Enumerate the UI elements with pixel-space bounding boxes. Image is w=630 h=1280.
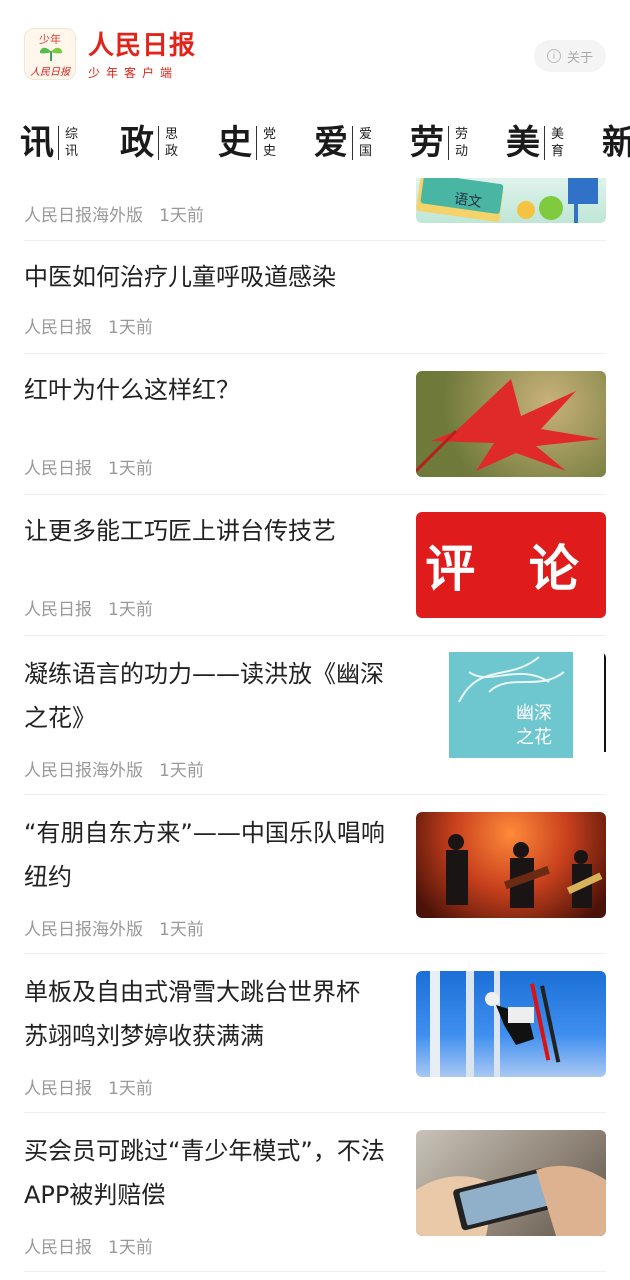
tab-aiguo[interactable]: 爱 爱国 — [314, 118, 372, 168]
tab-big-char: 史 — [218, 123, 252, 163]
article-thumbnail — [416, 971, 606, 1077]
tab-big-char: 美 — [506, 123, 540, 163]
app-header: 少年 人民日报 人民日报 少年客户端 i 关于 — [0, 0, 630, 110]
article-time: 1天前 — [159, 761, 204, 781]
article-title: 买会员可跳过“青少年模式”，不法 APP被判赔偿 — [24, 1137, 385, 1209]
article-meta: 人民日报海外版 1天前 — [24, 915, 204, 940]
article-meta: 人民日报 1天前 — [24, 595, 153, 620]
info-icon: i — [546, 49, 561, 63]
article-title: 凝练语言的功力——读洪放《幽深 之花》 — [24, 660, 384, 732]
tab-divider — [448, 126, 449, 160]
article-thumbnail: 幽深之花 — [416, 652, 606, 760]
ski-jump-image — [430, 971, 561, 1077]
tab-big-char: 新 — [602, 123, 630, 163]
article-time: 1天前 — [108, 1079, 153, 1099]
article-time: 1天前 — [108, 318, 153, 338]
sprout-icon — [39, 47, 63, 61]
article-thumbnail — [416, 1130, 606, 1236]
brand-subtitle: 少年客户端 — [88, 66, 179, 80]
list-item[interactable]: 单板及自由式滑雪大跳台世界杯 苏翊鸣刘梦婷收获满满 人民日报 1天前 — [24, 954, 606, 1113]
brand: 人民日报 少年客户端 — [88, 32, 196, 81]
article-meta: 人民日报海外版 1天前 — [24, 201, 204, 226]
list-item[interactable]: 买会员可跳过“青少年模式”，不法 APP被判赔偿 人民日报 1天前 — [24, 1113, 606, 1272]
tab-big-char: 爱 — [314, 123, 348, 163]
tab-divider — [352, 126, 353, 160]
tab-divider — [58, 126, 59, 160]
tab-meiyu[interactable]: 美 美育 — [506, 118, 564, 168]
article-time: 1天前 — [108, 459, 153, 479]
article-source: 人民日报 — [24, 1238, 92, 1258]
article-source: 人民日报海外版 — [24, 206, 143, 226]
tab-laodong[interactable]: 劳 劳动 — [410, 118, 468, 168]
tab-small-label: 劳动 — [455, 127, 469, 159]
tab-small-label: 综讯 — [65, 127, 79, 159]
app-logo: 少年 人民日报 — [24, 28, 76, 80]
tab-sizheng[interactable]: 政 思政 — [120, 118, 178, 168]
tab-small-label: 党史 — [263, 127, 277, 159]
article-source: 人民日报 — [24, 1079, 92, 1099]
tab-divider — [544, 126, 545, 160]
tab-new[interactable]: 新 — [602, 118, 630, 168]
article-source: 人民日报 — [24, 600, 92, 620]
list-item[interactable]: 凝练语言的功力——读洪放《幽深 之花》 人民日报海外版 1天前 幽深之花 — [24, 636, 606, 795]
tab-small-label: 爱国 — [359, 127, 373, 159]
article-meta: 人民日报 1天前 — [24, 1233, 153, 1258]
article-title: 让更多能工巧匠上讲台传技艺 — [24, 517, 336, 545]
category-tabs: 讯 综讯 政 思政 史 党史 爱 爱国 劳 劳动 美 美育 新 — [0, 112, 630, 174]
article-meta: 人民日报海外版 1天前 — [24, 756, 204, 781]
tab-small-label: 美育 — [551, 127, 565, 159]
news-feed: 语文 人民日报海外版 1天前 中医如何治疗儿童呼吸道感染 人民日报 1天前 红叶为什… — [24, 174, 606, 1272]
article-title: “有朋自东方来”——中国乐队唱响 纽约 — [24, 819, 385, 891]
article-meta: 人民日报 1天前 — [24, 454, 153, 479]
article-source: 人民日报 — [24, 318, 92, 338]
article-thumbnail: 语文 — [416, 178, 606, 223]
tab-big-char: 讯 — [20, 123, 54, 163]
list-item[interactable]: 让更多能工巧匠上讲台传技艺 人民日报 1天前 评 论 — [24, 495, 606, 636]
article-thumbnail — [416, 812, 606, 918]
maple-leaf-image — [416, 379, 601, 473]
article-time: 1天前 — [108, 600, 153, 620]
band-image — [446, 834, 603, 908]
thumb-label: 幽深之花 — [516, 703, 552, 748]
thumb-label: 语文 — [452, 191, 483, 211]
tab-divider — [158, 126, 159, 160]
about-button[interactable]: i 关于 — [534, 40, 606, 72]
tab-dangshi[interactable]: 史 党史 — [218, 118, 276, 168]
logo-signature: 人民日报 — [30, 67, 70, 78]
divider-line — [604, 652, 606, 752]
article-thumbnail: 评 论 — [416, 512, 606, 618]
article-time: 1天前 — [159, 920, 204, 940]
list-item[interactable]: 中医如何治疗儿童呼吸道感染 人民日报 1天前 — [24, 241, 606, 354]
list-item[interactable]: 红叶为什么这样红？ 人民日报 1天前 — [24, 354, 606, 495]
tab-small-label: 思政 — [165, 127, 179, 159]
article-title: 单板及自由式滑雪大跳台世界杯 苏翊鸣刘梦婷收获满满 — [24, 978, 360, 1050]
article-thumbnail — [416, 371, 606, 477]
list-item[interactable]: 语文 人民日报海外版 1天前 — [24, 174, 606, 241]
article-time: 1天前 — [108, 1238, 153, 1258]
list-item[interactable]: “有朋自东方来”——中国乐队唱响 纽约 人民日报海外版 1天前 — [24, 795, 606, 954]
tab-divider — [256, 126, 257, 160]
thumb-label: 评 论 — [425, 540, 597, 598]
article-source: 人民日报海外版 — [24, 761, 143, 781]
article-title: 中医如何治疗儿童呼吸道感染 — [24, 263, 336, 291]
article-title: 红叶为什么这样红？ — [24, 376, 240, 404]
article-source: 人民日报 — [24, 459, 92, 479]
article-source: 人民日报海外版 — [24, 920, 143, 940]
tab-zongxun[interactable]: 讯 综讯 — [20, 118, 78, 168]
tab-big-char: 劳 — [410, 123, 444, 163]
article-meta: 人民日报 1天前 — [24, 1074, 153, 1099]
phone-hands-image — [416, 1165, 606, 1236]
article-meta: 人民日报 1天前 — [24, 313, 153, 338]
brand-title: 人民日报 — [88, 31, 197, 61]
about-label: 关于 — [566, 50, 593, 66]
tab-big-char: 政 — [120, 123, 154, 163]
books-illustration — [416, 178, 598, 223]
article-time: 1天前 — [159, 206, 204, 226]
